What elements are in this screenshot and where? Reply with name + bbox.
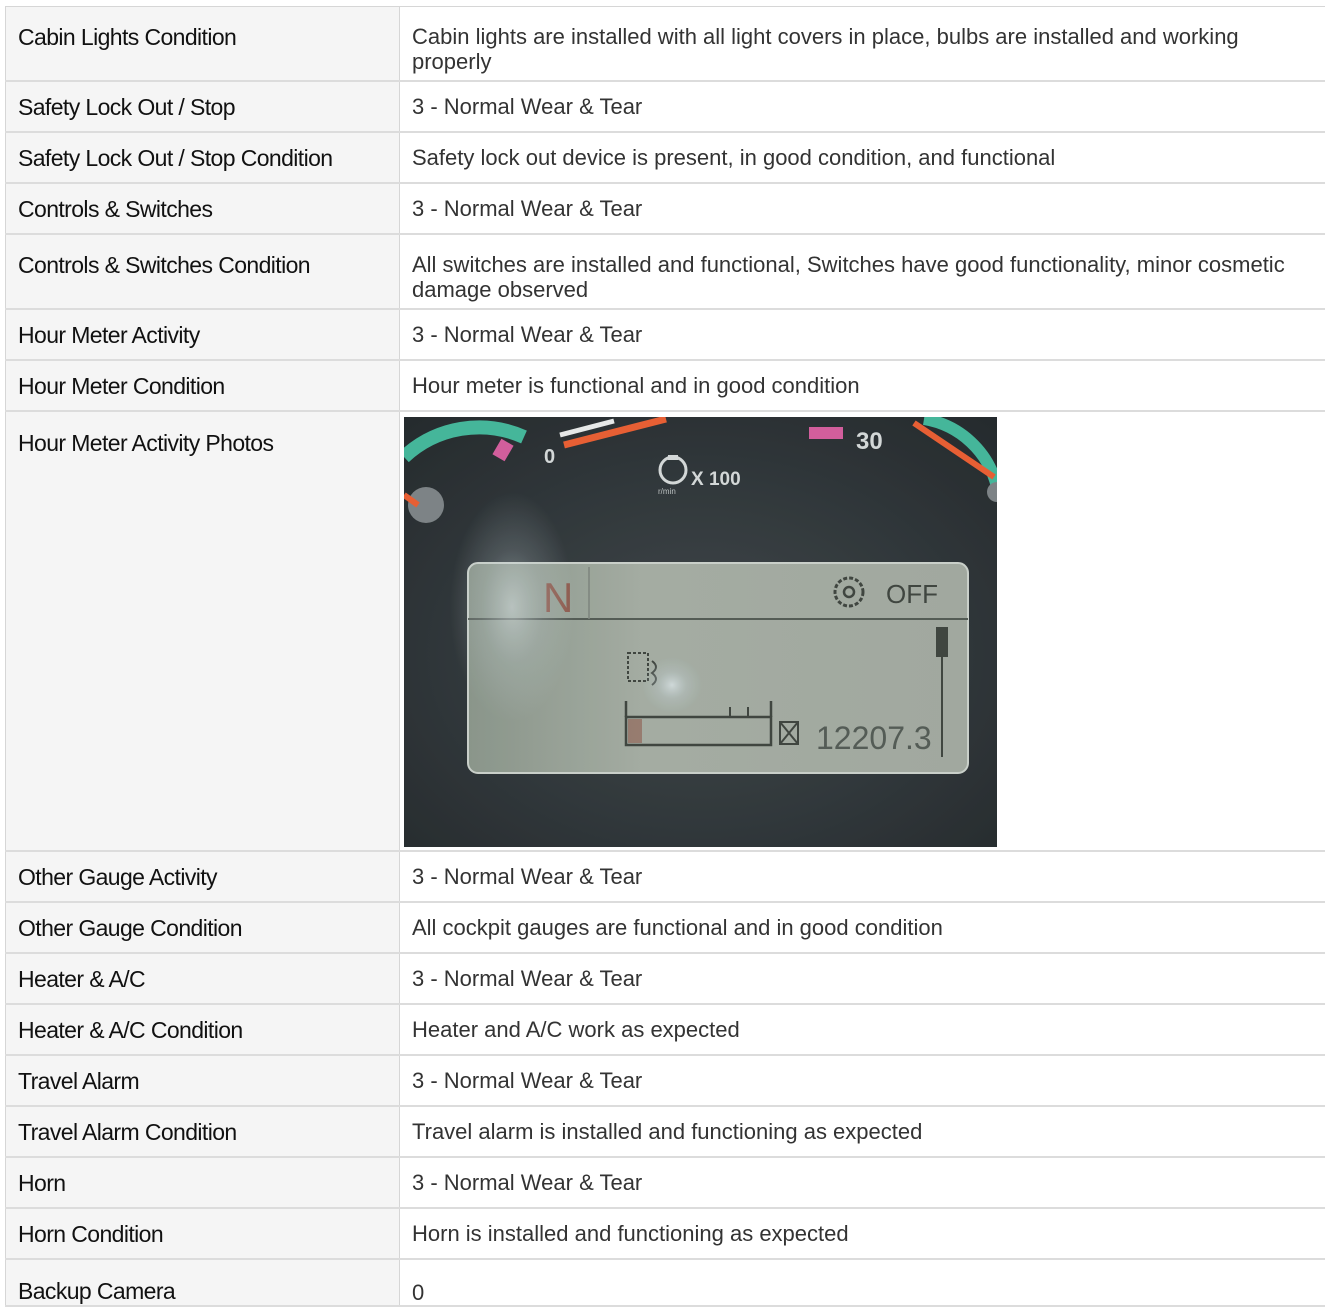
table-row: Heater & A/C Condition Heater and A/C wo…: [5, 1005, 1325, 1056]
photo-cell: 0 30 X 100 r/min N OFF: [400, 412, 1325, 850]
table-row: Safety Lock Out / Stop Condition Safety …: [5, 133, 1325, 184]
row-value: Safety lock out device is present, in go…: [412, 145, 1056, 170]
table-row: Cabin Lights Condition Cabin lights are …: [5, 7, 1325, 82]
table-row: Travel Alarm 3 - Normal Wear & Tear: [5, 1056, 1325, 1107]
row-value: 3 - Normal Wear & Tear: [412, 864, 643, 889]
table-row: Hour Meter Condition Hour meter is funct…: [5, 361, 1325, 412]
row-label: Travel Alarm: [5, 1056, 400, 1105]
row-value: 3 - Normal Wear & Tear: [412, 1068, 643, 1093]
row-label: Travel Alarm Condition: [5, 1107, 400, 1156]
row-value: Hour meter is functional and in good con…: [412, 373, 860, 398]
hour-meter-photo[interactable]: 0 30 X 100 r/min N OFF: [404, 417, 997, 847]
row-label: Heater & A/C: [5, 954, 400, 1003]
row-label: Other Gauge Activity: [5, 852, 400, 901]
row-label: Hour Meter Activity: [5, 310, 400, 359]
table-row: Controls & Switches 3 - Normal Wear & Te…: [5, 184, 1325, 235]
row-value: 3 - Normal Wear & Tear: [412, 196, 643, 221]
row-value: 3 - Normal Wear & Tear: [412, 1170, 643, 1195]
table-row: Horn 3 - Normal Wear & Tear: [5, 1158, 1325, 1209]
row-label: Cabin Lights Condition: [5, 7, 400, 80]
table-row: Safety Lock Out / Stop 3 - Normal Wear &…: [5, 82, 1325, 133]
row-value: 0: [412, 1280, 425, 1305]
row-value: Horn is installed and functioning as exp…: [412, 1221, 849, 1246]
table-row: Heater & A/C 3 - Normal Wear & Tear: [5, 954, 1325, 1005]
table-row: Travel Alarm Condition Travel alarm is i…: [5, 1107, 1325, 1158]
row-value: All cockpit gauges are functional and in…: [412, 915, 943, 940]
row-label: Safety Lock Out / Stop Condition: [5, 133, 400, 182]
row-label: Heater & A/C Condition: [5, 1005, 400, 1054]
table-row: Controls & Switches Condition All switch…: [5, 235, 1325, 310]
table-row: Other Gauge Activity 3 - Normal Wear & T…: [5, 852, 1325, 903]
row-label: Horn: [5, 1158, 400, 1207]
row-label: Horn Condition: [5, 1209, 400, 1258]
row-value: 3 - Normal Wear & Tear: [412, 94, 643, 119]
inspection-table: Cabin Lights Condition Cabin lights are …: [5, 6, 1325, 1307]
row-value: 3 - Normal Wear & Tear: [412, 966, 643, 991]
row-label: Backup Camera: [5, 1260, 400, 1305]
row-value: Travel alarm is installed and functionin…: [412, 1119, 923, 1144]
table-row: Other Gauge Condition All cockpit gauges…: [5, 903, 1325, 954]
row-label: Controls & Switches: [5, 184, 400, 233]
row-label: Hour Meter Activity Photos: [5, 412, 400, 850]
table-row: Hour Meter Activity 3 - Normal Wear & Te…: [5, 310, 1325, 361]
row-value: Heater and A/C work as expected: [412, 1017, 740, 1042]
row-label: Other Gauge Condition: [5, 903, 400, 952]
table-row: Horn Condition Horn is installed and fun…: [5, 1209, 1325, 1260]
row-label: Controls & Switches Condition: [5, 235, 400, 308]
row-value: 3 - Normal Wear & Tear: [412, 322, 643, 347]
row-label: Safety Lock Out / Stop: [5, 82, 400, 131]
row-value: Cabin lights are installed with all ligh…: [412, 24, 1239, 74]
table-row: Hour Meter Activity Photos 0 30 X 100 r/…: [5, 412, 1325, 852]
row-value: All switches are installed and functiona…: [412, 252, 1285, 302]
row-label: Hour Meter Condition: [5, 361, 400, 410]
